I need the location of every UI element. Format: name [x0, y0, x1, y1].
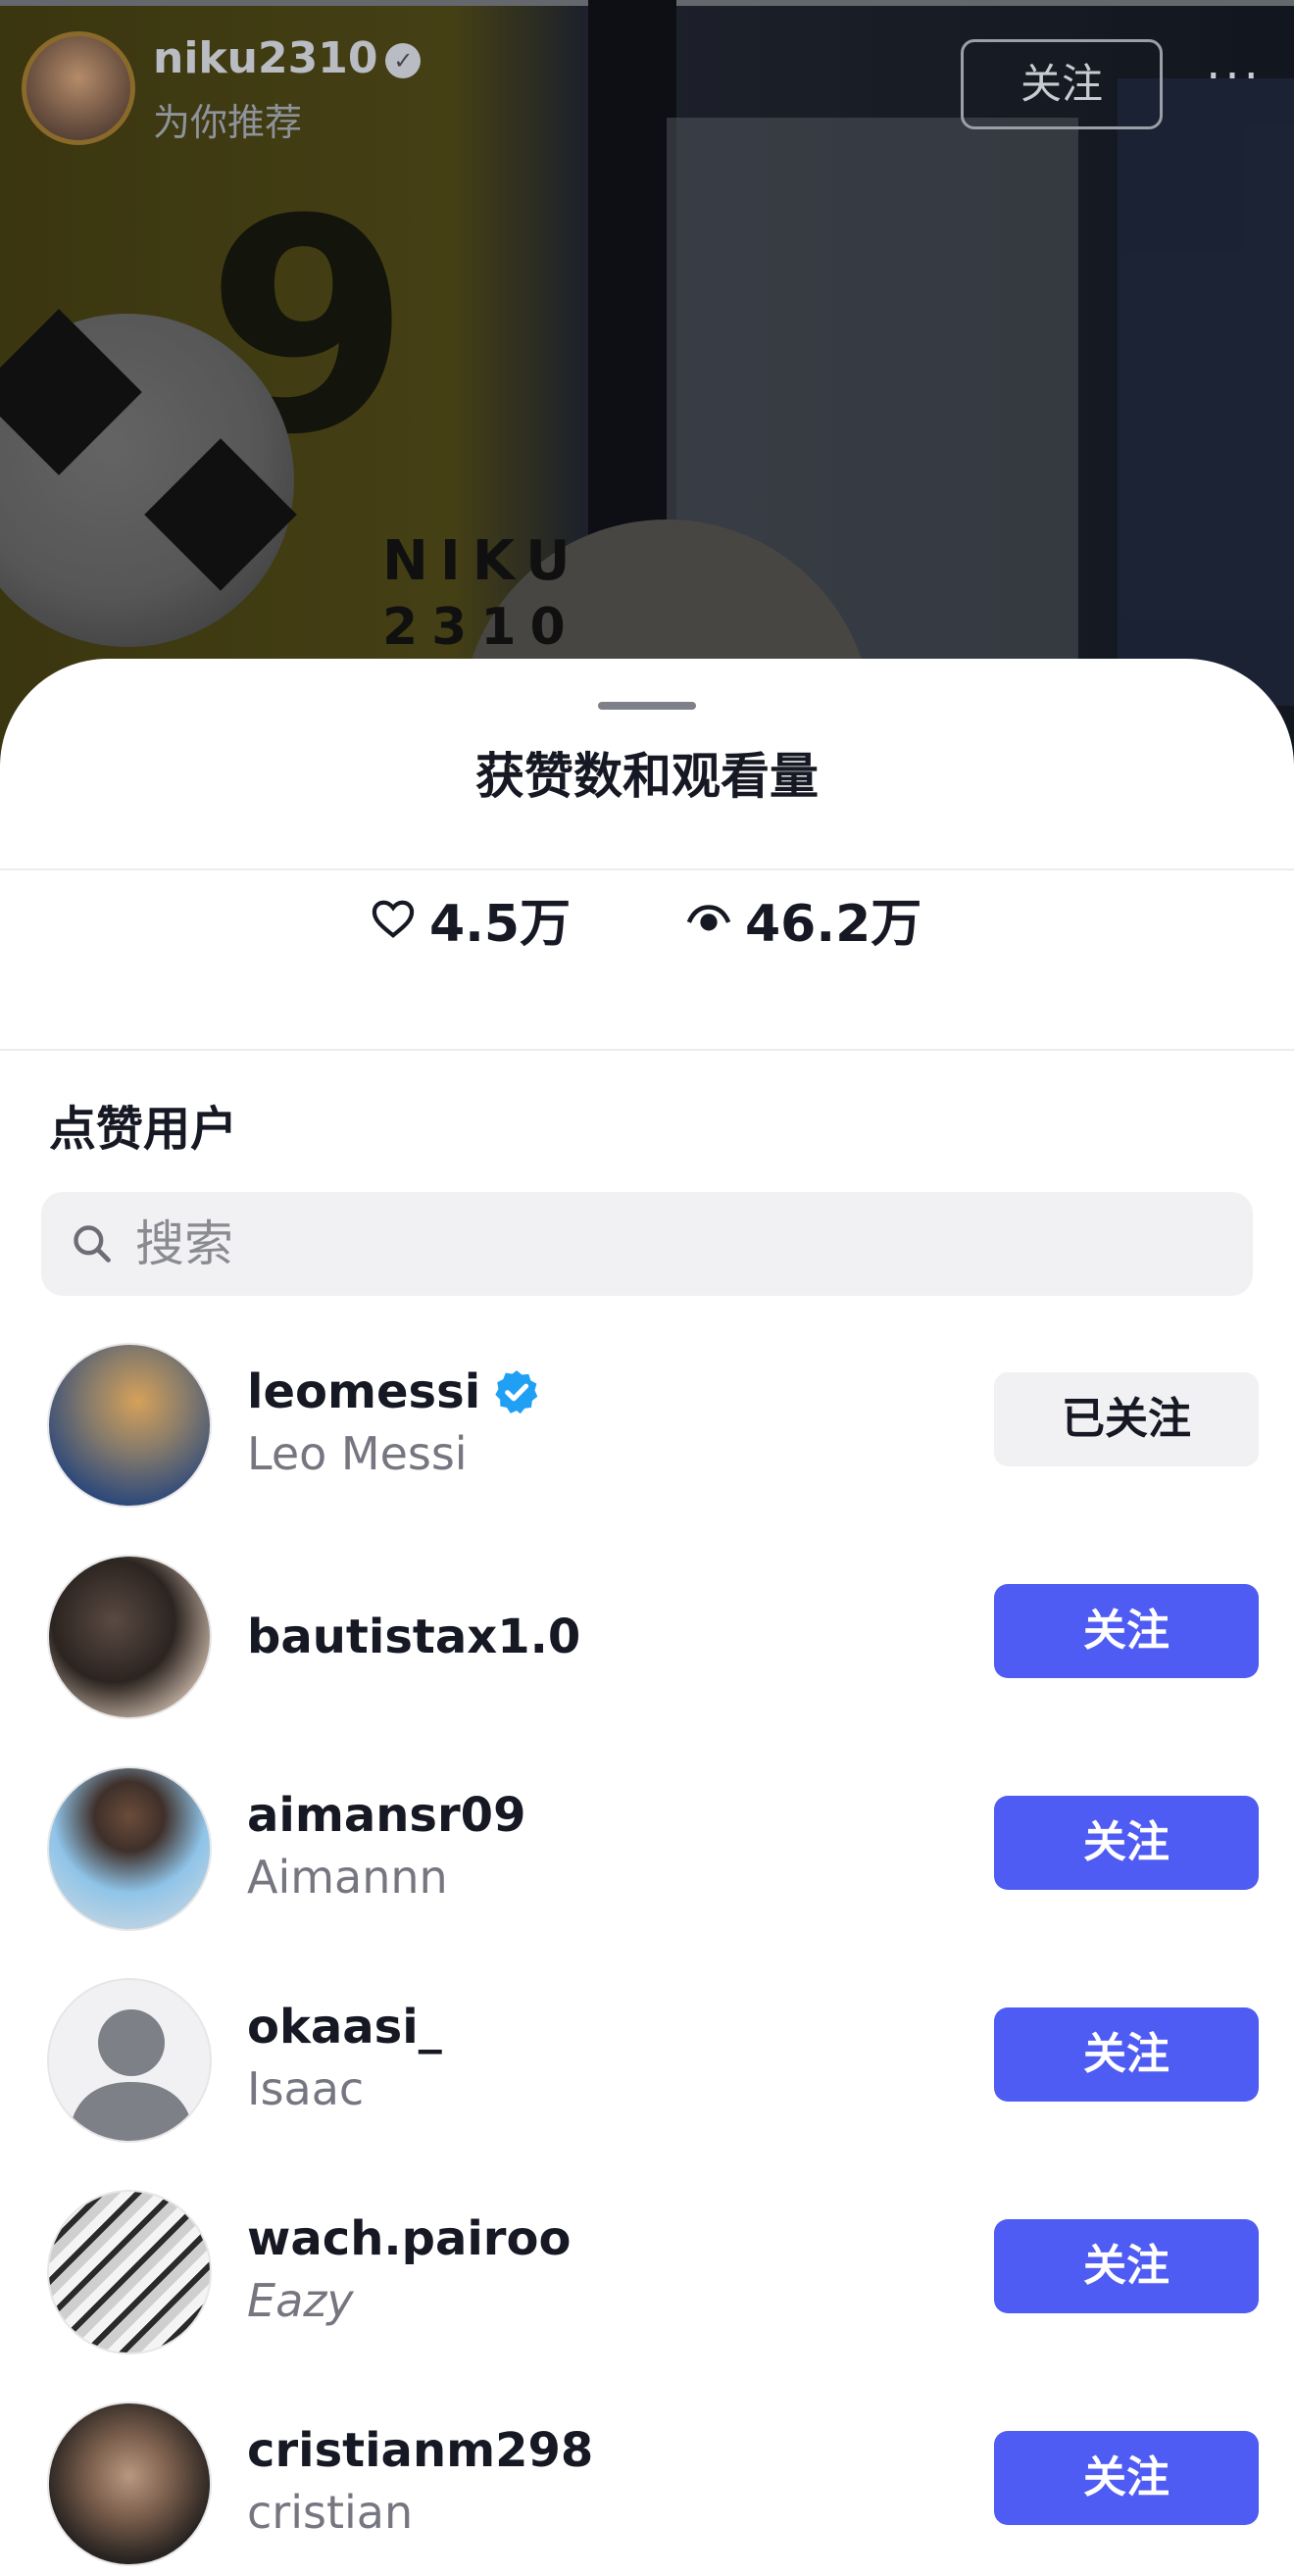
follow-button[interactable]: 关注: [994, 2219, 1259, 2313]
user-username[interactable]: cristianm298: [247, 2423, 593, 2478]
avatar[interactable]: [47, 1766, 212, 1931]
follow-button[interactable]: 关注: [994, 2431, 1259, 2525]
avatar[interactable]: [47, 1343, 212, 1508]
avatar[interactable]: [47, 1978, 212, 2143]
user-username[interactable]: leomessi: [247, 1364, 541, 1419]
user-username[interactable]: okaasi_: [247, 2000, 442, 2055]
likes-count: 4.5万: [429, 894, 572, 954]
user-username[interactable]: aimansr09: [247, 1788, 525, 1843]
user-row[interactable]: wach.pairoo Eazy 关注: [0, 2162, 1294, 2358]
drag-handle[interactable]: [598, 702, 696, 710]
heart-icon: [372, 900, 415, 938]
user-row[interactable]: cristianm298 cristian 关注: [0, 2374, 1294, 2570]
likes-stat: 4.5万: [371, 865, 571, 972]
user-username[interactable]: bautistax1.0: [247, 1610, 580, 1664]
avatar[interactable]: [47, 2190, 212, 2354]
default-avatar-icon: [69, 2009, 194, 2141]
liked-users-heading: 点赞用户: [49, 1102, 238, 1157]
views-count: 46.2万: [745, 894, 922, 954]
search-bar[interactable]: [41, 1192, 1253, 1296]
follow-button[interactable]: 关注: [994, 2007, 1259, 2102]
user-nickname: Leo Messi: [247, 1427, 468, 1480]
search-icon: [74, 1225, 111, 1263]
likes-views-sheet: 获赞数和观看量 4.5万 46.2万 点赞用户 leomessi: [0, 659, 1294, 2576]
creator-follow-button[interactable]: 关注: [961, 39, 1163, 129]
user-nickname: Eazy: [247, 2274, 354, 2327]
user-row[interactable]: aimansr09 Aimannn 关注: [0, 1739, 1294, 1935]
user-nickname: cristian: [247, 2486, 414, 2539]
avatar[interactable]: [47, 2402, 212, 2566]
search-input[interactable]: [135, 1215, 1214, 1272]
creator-username[interactable]: niku2310 ✓: [153, 33, 422, 83]
video-header: niku2310 ✓ 为你推荐 关注 ···: [0, 20, 1294, 147]
creator-avatar[interactable]: [22, 31, 135, 145]
follow-button[interactable]: 关注: [994, 1796, 1259, 1890]
follow-button[interactable]: 关注: [994, 1584, 1259, 1678]
divider: [0, 1049, 1294, 1051]
user-row[interactable]: okaasi_ Isaac 关注: [0, 1951, 1294, 2147]
following-button[interactable]: 已关注: [994, 1372, 1259, 1466]
more-options-icon[interactable]: ···: [1200, 47, 1269, 106]
views-stat: 46.2万: [686, 865, 921, 972]
verified-icon: ✓: [385, 43, 422, 78]
user-row[interactable]: leomessi Leo Messi 已关注: [0, 1315, 1294, 1511]
stats-row: 4.5万 46.2万: [0, 865, 1294, 972]
eye-icon: [686, 905, 731, 931]
creator-subtitle: 为你推荐: [153, 101, 303, 144]
verified-icon: [495, 1370, 538, 1414]
user-username[interactable]: wach.pairoo: [247, 2211, 571, 2266]
sheet-title: 获赞数和观看量: [475, 748, 819, 805]
user-nickname: Isaac: [247, 2062, 365, 2115]
user-nickname: Aimannn: [247, 1851, 448, 1904]
user-row[interactable]: bautistax1.0 关注: [0, 1527, 1294, 1723]
avatar[interactable]: [47, 1555, 212, 1719]
